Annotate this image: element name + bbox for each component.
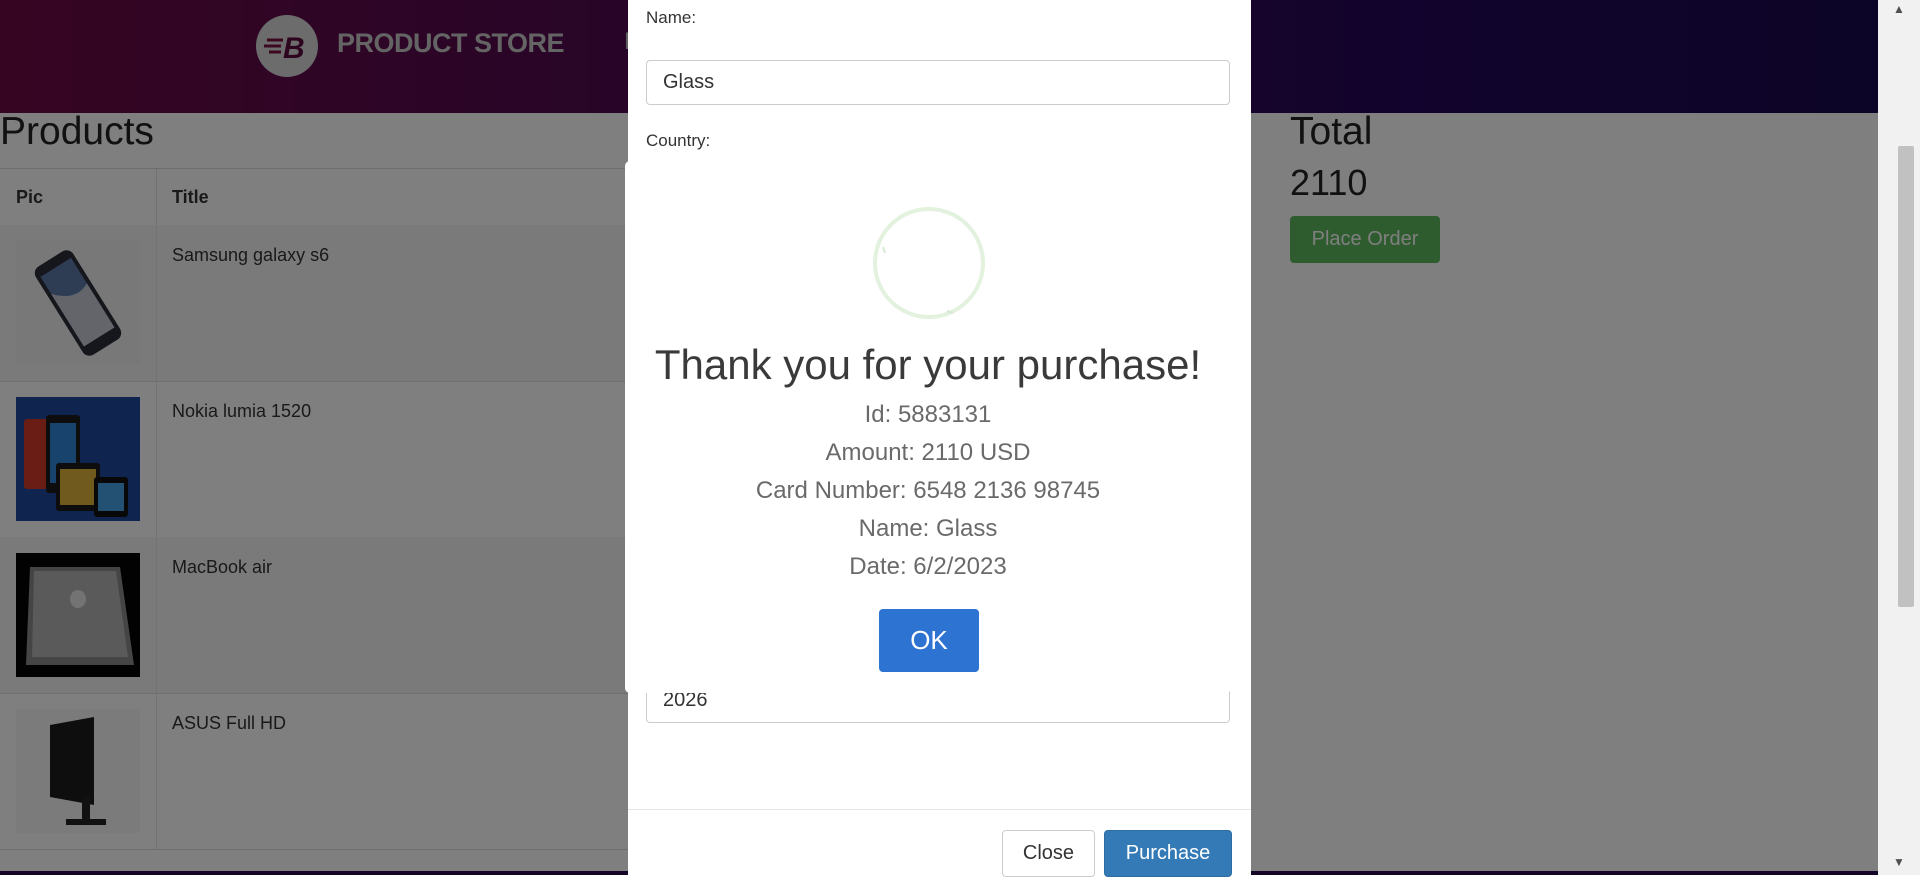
name-input[interactable] xyxy=(646,60,1230,105)
scroll-thumb[interactable] xyxy=(1898,146,1914,607)
order-amount: Amount: 2110 USD xyxy=(825,439,1031,466)
success-check-icon xyxy=(873,207,985,319)
order-card-number: Card Number: 6548 2136 98745 xyxy=(755,477,1101,504)
order-name: Name: Glass xyxy=(858,515,998,542)
purchase-success-alert: Thank you for your purchase! Id: 5883131… xyxy=(625,161,1231,693)
ok-button[interactable]: OK xyxy=(879,609,979,672)
order-date: Date: 6/2/2023 xyxy=(849,553,1007,580)
purchase-button[interactable]: Purchase xyxy=(1104,830,1232,877)
scroll-up-arrow-icon[interactable]: ▲ xyxy=(1878,2,1920,20)
scrollbar[interactable]: ▲ ▼ xyxy=(1878,0,1920,875)
modal-footer: Close Purchase xyxy=(628,809,1251,877)
scroll-down-arrow-icon[interactable]: ▼ xyxy=(1878,855,1920,873)
close-button[interactable]: Close xyxy=(1002,830,1095,877)
alert-title: Thank you for your purchase! xyxy=(654,341,1202,388)
country-label: Country: xyxy=(646,131,711,150)
name-label: Name: xyxy=(646,8,697,27)
order-id: Id: 5883131 xyxy=(864,401,992,428)
